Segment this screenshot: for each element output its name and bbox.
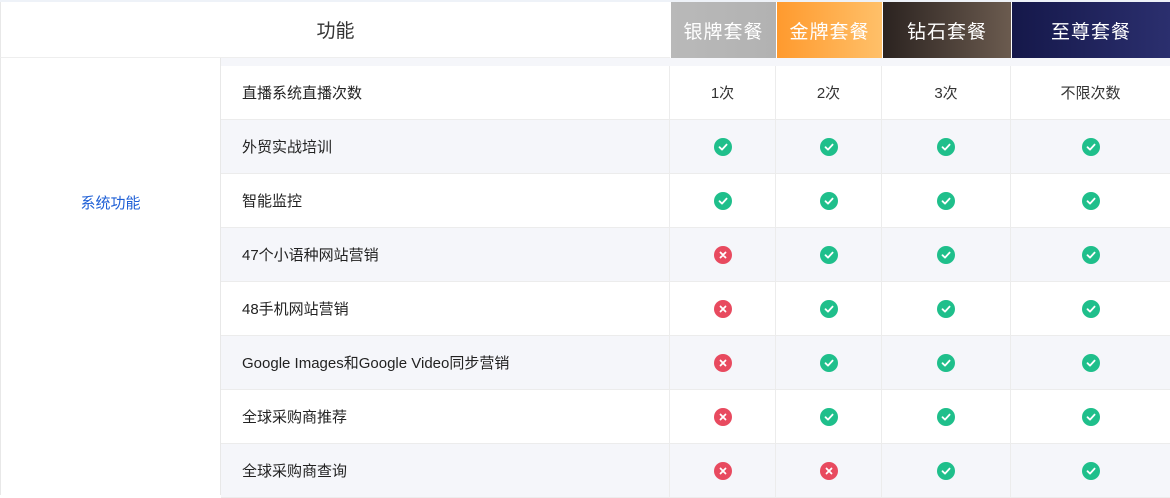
check-icon	[1081, 191, 1100, 210]
plan-cell	[670, 120, 776, 173]
feature-name: Google Images和Google Video同步营销	[221, 336, 670, 389]
plan-cell	[882, 390, 1011, 443]
feature-name: 直播系统直播次数	[221, 66, 670, 119]
plan-cell	[776, 444, 882, 497]
plan-value: 不限次数	[1060, 85, 1121, 102]
table-header: 功能 银牌套餐 金牌套餐 钻石套餐 至尊套餐	[0, 2, 1170, 58]
plan-cell	[1011, 336, 1170, 389]
header-feature: 功能	[0, 2, 670, 58]
check-icon	[819, 137, 838, 156]
table-row: 智能监控	[221, 174, 1170, 228]
plan-cell	[882, 228, 1011, 281]
table-row: 外贸实战培训	[221, 120, 1170, 174]
plan-cell	[882, 120, 1011, 173]
plan-cell	[670, 336, 776, 389]
check-icon	[937, 137, 955, 156]
feature-name: 智能监控	[221, 174, 670, 227]
plan-cell	[882, 444, 1011, 497]
feature-name: 外贸实战培训	[221, 120, 670, 173]
check-icon	[937, 191, 955, 210]
check-icon	[1081, 137, 1100, 156]
table-row: 47个小语种网站营销	[221, 228, 1170, 282]
plan-diamond-header[interactable]: 钻石套餐	[882, 2, 1011, 58]
plan-value: 1次	[670, 66, 776, 119]
plan-cell	[1011, 174, 1170, 227]
check-icon	[819, 407, 838, 426]
check-icon	[1081, 245, 1100, 264]
plan-cell	[776, 120, 882, 173]
check-icon	[819, 299, 838, 318]
row-gap	[221, 58, 1170, 66]
feature-name: 全球采购商推荐	[221, 390, 670, 443]
plan-cell	[670, 390, 776, 443]
check-icon	[713, 191, 732, 210]
feature-rows: 直播系统直播次数 1次 2次 3次 不限次数外贸实战培训 智能监控 47个小语种网站营销 48…	[221, 66, 1170, 498]
check-icon	[1081, 299, 1100, 318]
check-icon	[819, 353, 838, 372]
plan-cell	[670, 444, 776, 497]
plan-cell	[776, 174, 882, 227]
plan-cell	[776, 336, 882, 389]
plan-cell	[670, 228, 776, 281]
pricing-comparison-table: 功能 银牌套餐 金牌套餐 钻石套餐 至尊套餐 系统功能 直播系统直播次数 1次 2次…	[0, 0, 1170, 498]
feature-name: 47个小语种网站营销	[221, 228, 670, 281]
plan-value: 3次	[882, 66, 1011, 119]
category-cell: 系统功能	[0, 58, 221, 495]
plan-cell	[776, 390, 882, 443]
check-icon	[1081, 461, 1100, 480]
plan-cell	[670, 282, 776, 335]
table-row: 全球采购商推荐	[221, 390, 1170, 444]
plan-cell	[1011, 390, 1170, 443]
plan-silver-header[interactable]: 银牌套餐	[670, 2, 776, 58]
cross-icon	[819, 461, 838, 480]
check-icon	[1081, 353, 1100, 372]
plan-cell	[1011, 282, 1170, 335]
plan-cell	[776, 228, 882, 281]
check-icon	[713, 137, 732, 156]
check-icon	[937, 245, 955, 264]
category-label[interactable]: 系统功能	[80, 192, 140, 213]
table-row: Google Images和Google Video同步营销	[221, 336, 1170, 390]
check-icon	[937, 461, 955, 480]
cross-icon	[713, 407, 732, 426]
check-icon	[819, 191, 838, 210]
table-row: 48手机网站营销	[221, 282, 1170, 336]
plan-cell	[1011, 444, 1170, 497]
plan-supreme-header[interactable]: 至尊套餐	[1011, 2, 1170, 58]
plan-cell	[1011, 228, 1170, 281]
feature-name: 48手机网站营销	[221, 282, 670, 335]
plan-cell	[882, 282, 1011, 335]
cross-icon	[713, 299, 732, 318]
plan-cell	[670, 174, 776, 227]
plan-cell	[776, 282, 882, 335]
cross-icon	[713, 353, 732, 372]
check-icon	[1081, 407, 1100, 426]
plan-cell	[1011, 120, 1170, 173]
plan-value: 2次	[776, 66, 882, 119]
feature-name: 全球采购商查询	[221, 444, 670, 497]
check-icon	[937, 353, 955, 372]
plan-gold-header[interactable]: 金牌套餐	[776, 2, 882, 58]
check-icon	[819, 245, 838, 264]
check-icon	[937, 407, 955, 426]
cross-icon	[713, 245, 732, 264]
table-row: 全球采购商查询	[221, 444, 1170, 498]
plan-cell	[882, 174, 1011, 227]
plan-cell	[882, 336, 1011, 389]
check-icon	[937, 299, 955, 318]
table-row: 直播系统直播次数 1次 2次 3次 不限次数	[221, 66, 1170, 120]
cross-icon	[713, 461, 732, 480]
